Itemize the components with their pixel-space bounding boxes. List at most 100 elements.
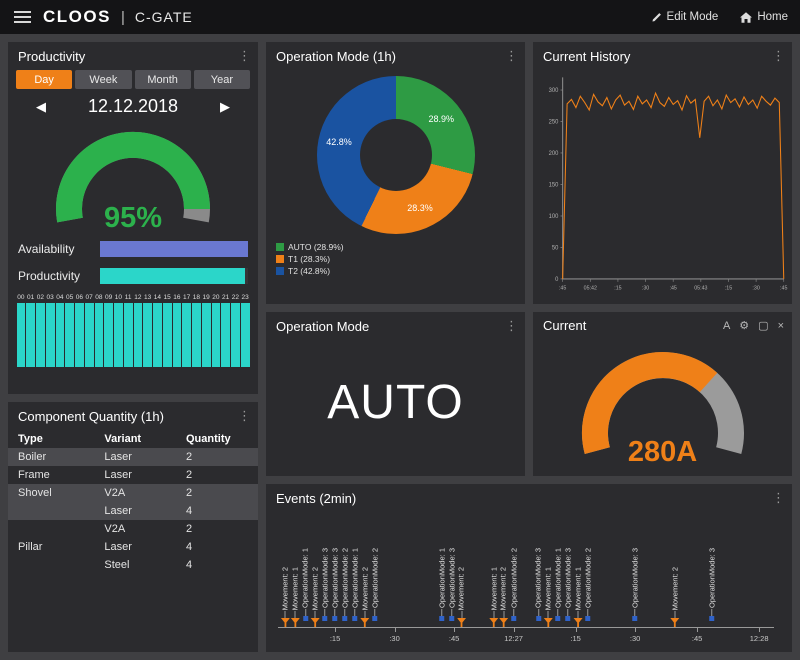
home-button[interactable]: Home — [740, 11, 788, 23]
current-header-icons: A ⚙ ▢ × — [723, 319, 784, 332]
hour-label: 20 — [211, 294, 221, 301]
event-marker[interactable]: OperationMode: 2 — [371, 548, 379, 627]
hour-bar — [143, 303, 152, 367]
kebab-menu-icon[interactable]: ⋮ — [238, 48, 250, 64]
hour-label: 15 — [162, 294, 172, 301]
table-cell: V2A — [104, 487, 186, 499]
table-cell: V2A — [104, 523, 186, 535]
funnel-icon — [489, 618, 498, 627]
kpi-bar-productivity: Productivity — [18, 268, 248, 284]
productivity-title: Productivity — [18, 49, 85, 64]
svg-text::15: :15 — [725, 285, 732, 291]
menu-icon[interactable] — [12, 9, 33, 25]
event-marker[interactable]: Movement: 2 — [281, 567, 290, 627]
funnel-icon — [281, 618, 290, 627]
funnel-icon — [544, 618, 553, 627]
brand-logo: CLOOS — [43, 7, 111, 27]
settings-icon[interactable]: ⚙ — [739, 319, 749, 332]
square-icon — [449, 616, 454, 621]
axis-tick-label: :30 — [630, 634, 640, 643]
event-marker[interactable]: Movement: 2 — [360, 567, 369, 627]
kebab-menu-icon[interactable]: ⋮ — [238, 408, 250, 424]
legend-item-auto[interactable]: AUTO (28.9%) — [276, 242, 515, 252]
event-marker[interactable]: OperationMode: 3 — [564, 548, 572, 627]
close-icon[interactable]: × — [778, 320, 784, 332]
event-label: OperationMode: 3 — [708, 548, 716, 608]
window-icon[interactable]: ▢ — [758, 319, 768, 332]
kebab-menu-icon[interactable]: ⋮ — [772, 48, 784, 64]
operation-mode-title: Operation Mode — [276, 319, 369, 334]
square-icon — [511, 616, 516, 621]
donut-legend: AUTO (28.9%) T1 (28.3%) T2 (42.8%) — [266, 234, 525, 280]
hour-bar — [46, 303, 55, 367]
hour-bar — [231, 303, 240, 367]
legend-label: T1 (28.3%) — [288, 254, 330, 264]
funnel-icon — [574, 618, 583, 627]
table-row[interactable]: PillarLaser4 — [8, 538, 258, 556]
event-marker[interactable]: OperationMode: 3 — [321, 548, 329, 627]
event-marker[interactable]: OperationMode: 1 — [438, 548, 446, 627]
hour-bar — [221, 303, 230, 367]
event-marker[interactable]: Movement: 1 — [544, 567, 553, 627]
hour-label: 14 — [153, 294, 163, 301]
event-marker[interactable]: OperationMode: 3 — [631, 548, 639, 627]
event-marker[interactable]: OperationMode: 3 — [535, 548, 543, 627]
productivity-tabs: DayWeekMonthYear — [8, 68, 258, 91]
table-row[interactable]: BoilerLaser2 — [8, 448, 258, 466]
panel-events: Events (2min) ⋮ :15:30:4512:27:15:30:451… — [266, 484, 792, 652]
hour-label: 00 — [16, 294, 26, 301]
edit-mode-label: Edit Mode — [667, 11, 719, 23]
event-marker[interactable]: Movement: 2 — [499, 567, 508, 627]
legend-item-t1[interactable]: T1 (28.3%) — [276, 254, 515, 264]
event-stem — [588, 609, 589, 616]
square-icon — [439, 616, 444, 621]
event-marker[interactable]: OperationMode: 3 — [331, 548, 339, 627]
kebab-menu-icon[interactable]: ⋮ — [505, 318, 517, 334]
event-marker[interactable]: OperationMode: 1 — [351, 548, 359, 627]
event-marker[interactable]: Movement: 1 — [489, 567, 498, 627]
table-cell: Steel — [104, 559, 186, 571]
event-marker[interactable]: Movement: 1 — [291, 567, 300, 627]
event-marker[interactable]: Movement: 1 — [574, 567, 583, 627]
panel-current-history: Current History ⋮ 300250200150100500:450… — [533, 42, 792, 304]
event-marker[interactable]: OperationMode: 3 — [448, 548, 456, 627]
next-day-button[interactable]: ▶ — [220, 99, 230, 115]
legend-item-t2[interactable]: T2 (42.8%) — [276, 266, 515, 276]
event-marker[interactable]: Movement: 2 — [311, 567, 320, 627]
axis-tick-label: :30 — [389, 634, 399, 643]
prev-day-button[interactable]: ◀ — [36, 99, 46, 115]
tab-year[interactable]: Year — [194, 70, 250, 89]
table-row[interactable]: ShovelV2A2 — [8, 484, 258, 502]
tab-day[interactable]: Day — [16, 70, 72, 89]
font-size-icon[interactable]: A — [723, 320, 730, 332]
event-marker[interactable]: OperationMode: 2 — [510, 548, 518, 627]
event-marker[interactable]: OperationMode: 2 — [341, 548, 349, 627]
hour-label: 11 — [123, 294, 133, 301]
event-marker[interactable]: OperationMode: 1 — [302, 548, 310, 627]
square-icon — [303, 616, 308, 621]
table-row[interactable]: V2A2 — [8, 520, 258, 538]
event-marker[interactable]: Movement: 2 — [457, 567, 466, 627]
operation-mode-1h-title: Operation Mode (1h) — [276, 49, 396, 64]
tab-month[interactable]: Month — [135, 70, 191, 89]
tab-week[interactable]: Week — [75, 70, 131, 89]
table-row[interactable]: Laser4 — [8, 502, 258, 520]
event-label: Movement: 1 — [545, 567, 553, 610]
event-marker[interactable]: Movement: 2 — [670, 567, 679, 627]
table-row[interactable]: Steel4 — [8, 556, 258, 574]
legend-label: AUTO (28.9%) — [288, 242, 344, 252]
kebab-menu-icon[interactable]: ⋮ — [772, 490, 784, 506]
event-marker[interactable]: OperationMode: 2 — [584, 548, 592, 627]
edit-mode-button[interactable]: Edit Mode — [651, 11, 719, 23]
table-cell: 2 — [186, 451, 258, 463]
square-icon — [586, 616, 591, 621]
event-marker[interactable]: OperationMode: 3 — [708, 548, 716, 627]
event-marker[interactable]: OperationMode: 1 — [554, 548, 562, 627]
kebab-menu-icon[interactable]: ⋮ — [505, 48, 517, 64]
axis-tick-mark — [697, 628, 698, 632]
table-cell: Laser — [104, 505, 186, 517]
event-stem — [461, 611, 462, 618]
table-row[interactable]: FrameLaser2 — [8, 466, 258, 484]
topbar: CLOOS | C-GATE Edit Mode Home — [0, 0, 800, 34]
axis-tick-mark — [759, 628, 760, 632]
